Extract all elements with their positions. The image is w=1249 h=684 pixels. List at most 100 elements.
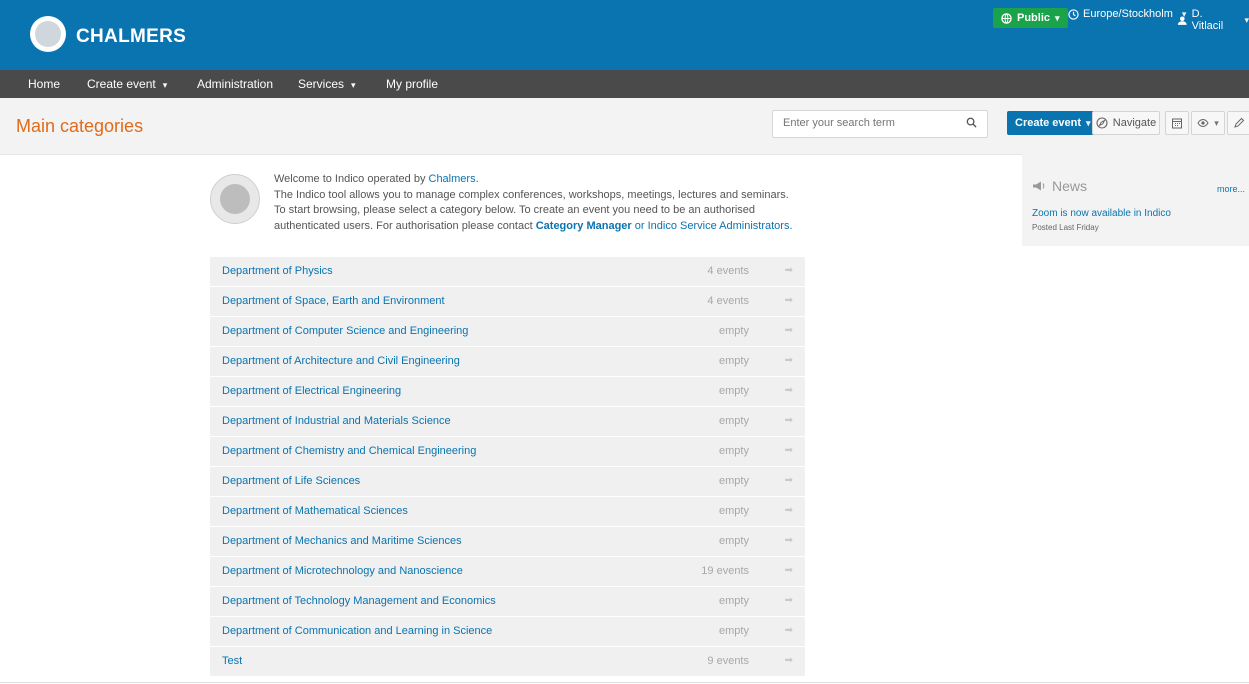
category-row[interactable]: Department of Chemistry and Chemical Eng…	[210, 437, 805, 467]
news-title-label: News	[1052, 178, 1088, 194]
category-row[interactable]: Department of Life Sciences empty ➡	[210, 467, 805, 497]
nav-my-profile[interactable]: My profile	[386, 70, 438, 98]
news-more-link[interactable]: more...	[1217, 184, 1245, 194]
nav-create-event[interactable]: Create event ▾	[87, 70, 167, 98]
category-row[interactable]: Test 9 events ➡	[210, 647, 805, 677]
category-row[interactable]: Department of Electrical Engineering empt…	[210, 377, 805, 407]
category-count: empty	[719, 385, 749, 397]
chevron-down-icon: ▾	[1244, 14, 1249, 25]
search-icon[interactable]	[966, 117, 977, 128]
arrow-right-icon[interactable]: ➡	[785, 655, 793, 666]
chalmers-link[interactable]: Chalmers	[429, 173, 476, 185]
logo-emblem-icon	[35, 21, 61, 47]
category-row[interactable]: Department of Mathematical Sciences empty…	[210, 497, 805, 527]
arrow-right-icon[interactable]: ➡	[785, 445, 793, 456]
category-name[interactable]: Department of Industrial and Materials S…	[222, 415, 451, 427]
create-event-button[interactable]: Create event ▾	[1007, 111, 1099, 135]
category-row[interactable]: Department of Computer Science and Engin…	[210, 317, 805, 347]
welcome-line-4-or: or	[631, 219, 648, 232]
welcome-text: Welcome to Indico operated by Chalmers. …	[274, 172, 814, 234]
arrow-right-icon[interactable]: ➡	[785, 415, 793, 426]
category-count: empty	[719, 445, 749, 457]
brand-name[interactable]: CHALMERS	[76, 26, 186, 48]
category-count: empty	[719, 325, 749, 337]
category-name[interactable]: Department of Life Sciences	[222, 475, 360, 487]
category-row[interactable]: Department of Architecture and Civil Eng…	[210, 347, 805, 377]
user-label: D. Vitlacil	[1191, 8, 1224, 32]
public-button[interactable]: Public ▾	[993, 8, 1068, 28]
category-name[interactable]: Department of Mechanics and Maritime Sci…	[222, 535, 462, 547]
category-name[interactable]: Department of Communication and Learning…	[222, 625, 492, 637]
category-list: Department of Physics 4 events ➡ Departmen…	[210, 257, 805, 677]
category-name[interactable]: Department of Space, Earth and Environme…	[222, 295, 445, 307]
category-name[interactable]: Department of Microtechnology and Nanosc…	[222, 565, 463, 577]
news-title: News	[1032, 178, 1087, 194]
calendar-button[interactable]	[1165, 111, 1189, 135]
arrow-right-icon[interactable]: ➡	[785, 385, 793, 396]
category-row[interactable]: Department of Communication and Learning…	[210, 617, 805, 647]
footer-divider	[0, 682, 1249, 683]
category-row[interactable]: Department of Space, Earth and Environme…	[210, 287, 805, 317]
category-row[interactable]: Department of Physics 4 events ➡	[210, 257, 805, 287]
category-name[interactable]: Department of Computer Science and Engin…	[222, 325, 468, 337]
news-item-link[interactable]: Zoom is now available in Indico	[1032, 208, 1171, 219]
arrow-right-icon[interactable]: ➡	[785, 505, 793, 516]
arrow-right-icon[interactable]: ➡	[785, 595, 793, 606]
nav-create-event-label: Create event	[87, 77, 156, 91]
category-row[interactable]: Department of Industrial and Materials S…	[210, 407, 805, 437]
indico-admins-link[interactable]: Indico Service Administrators	[648, 220, 790, 232]
timezone-selector[interactable]: Europe/Stockholm ▾	[1068, 8, 1186, 20]
user-menu[interactable]: D. Vitlacil ▾	[1177, 8, 1249, 32]
public-label: Public	[1017, 12, 1051, 24]
nav-services-label: Services	[298, 77, 345, 91]
navigate-button[interactable]: Navigate	[1092, 111, 1160, 135]
arrow-right-icon[interactable]: ➡	[785, 565, 793, 576]
category-name[interactable]: Department of Physics	[222, 265, 333, 277]
arrow-right-icon[interactable]: ➡	[785, 625, 793, 636]
create-event-label: Create event	[1015, 117, 1082, 129]
welcome-line-3: To start browsing, please select a categ…	[274, 204, 756, 216]
category-count: 4 events	[707, 265, 749, 277]
arrow-right-icon[interactable]: ➡	[785, 265, 793, 276]
welcome-line-4: authenticated users. For authorisation p…	[274, 219, 814, 235]
category-count: empty	[719, 535, 749, 547]
search-input[interactable]	[773, 111, 943, 135]
news-panel: News more... Zoom is now available in In…	[1022, 154, 1249, 246]
category-name[interactable]: Department of Chemistry and Chemical Eng…	[222, 445, 476, 457]
arrow-right-icon[interactable]: ➡	[785, 325, 793, 336]
welcome-line-2: The Indico tool allows you to manage com…	[274, 188, 789, 201]
nav-services[interactable]: Services ▾	[298, 70, 356, 98]
arrow-right-icon[interactable]: ➡	[785, 535, 793, 546]
welcome-line-1: Welcome to Indico operated by Chalmers.	[274, 172, 814, 188]
topbar-public[interactable]: Public ▾	[993, 8, 1068, 28]
arrow-right-icon[interactable]: ➡	[785, 295, 793, 306]
arrow-right-icon[interactable]: ➡	[785, 475, 793, 486]
chevron-down-icon: ▾	[162, 80, 168, 90]
timezone-label: Europe/Stockholm	[1083, 8, 1173, 20]
category-count: empty	[719, 475, 749, 487]
chalmers-seal-icon	[210, 174, 260, 224]
nav-administration[interactable]: Administration	[197, 70, 273, 98]
category-manager-link[interactable]: Category Manager	[536, 220, 632, 232]
category-count: empty	[719, 415, 749, 427]
clock-icon	[1068, 8, 1079, 20]
category-name[interactable]: Department of Electrical Engineering	[222, 385, 401, 397]
category-row[interactable]: Department of Mechanics and Maritime Sci…	[210, 527, 805, 557]
category-name[interactable]: Department of Technology Management and …	[222, 595, 496, 607]
pencil-icon	[1234, 117, 1245, 128]
chalmers-logo[interactable]	[30, 16, 66, 52]
category-name[interactable]: Department of Architecture and Civil Eng…	[222, 355, 460, 367]
welcome-line-1-end: .	[475, 173, 479, 185]
category-name[interactable]: Department of Mathematical Sciences	[222, 505, 408, 517]
nav-home[interactable]: Home	[28, 70, 60, 98]
category-row[interactable]: Department of Microtechnology and Nanosc…	[210, 557, 805, 587]
main-nav: Home Create event ▾ Administration Servic…	[0, 70, 1249, 98]
category-count: empty	[719, 505, 749, 517]
edit-button[interactable]	[1227, 111, 1249, 135]
category-row[interactable]: Department of Technology Management and …	[210, 587, 805, 617]
view-options-button[interactable]: ▾	[1191, 111, 1225, 135]
eye-icon	[1197, 118, 1209, 128]
category-name[interactable]: Test	[222, 655, 242, 667]
arrow-right-icon[interactable]: ➡	[785, 355, 793, 366]
welcome-line-1-text: Welcome to Indico operated by	[274, 173, 429, 185]
